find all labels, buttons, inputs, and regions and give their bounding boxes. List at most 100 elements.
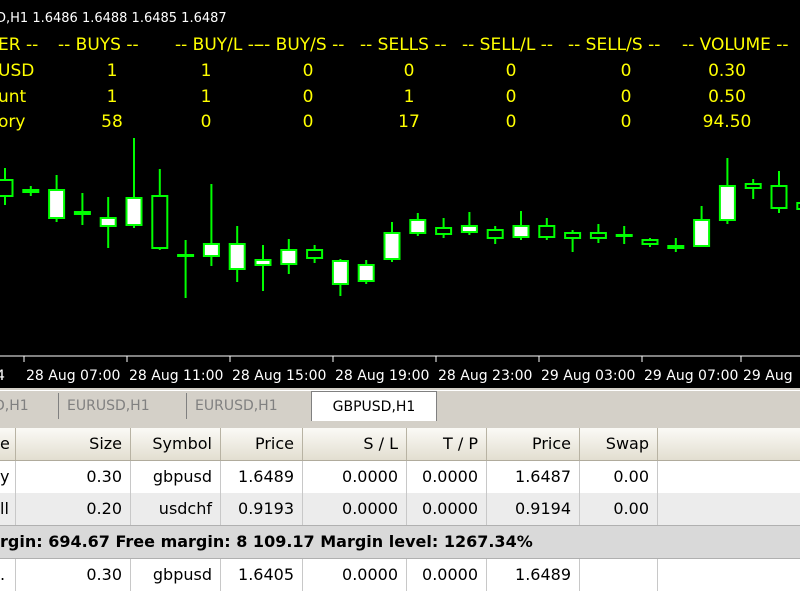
cell-size: 0.20	[16, 493, 131, 525]
candle-body	[228, 243, 246, 270]
candle-body	[125, 197, 143, 226]
cell-current-price: 1.6489	[487, 559, 580, 591]
cell-type: ll	[0, 493, 16, 525]
stats-value: 1	[404, 87, 415, 107]
candle-body	[615, 234, 633, 237]
stats-header-1: -- BUYS --	[58, 35, 139, 55]
cell-size: 0.30	[16, 559, 131, 591]
time-axis-label: 28 Aug 07:00	[26, 368, 120, 384]
candle-body	[280, 249, 298, 265]
candle-body	[641, 239, 659, 245]
time-axis-label: 29 Aug	[743, 368, 793, 384]
account-summary-text: rgin: 694.67 Free margin: 8 109.17 Margi…	[0, 532, 533, 551]
stats-panel-headers: ER -- -- BUYS -- -- BUY/L ---- BUY/S -- -- …	[0, 35, 789, 55]
candle-body	[383, 232, 401, 260]
candle-body	[151, 195, 169, 249]
stats-header-6: -- SELL/S --	[568, 35, 660, 55]
stats-header-3: -- BUY/S --	[258, 35, 344, 55]
col-header-sl[interactable]: S / L	[303, 428, 407, 460]
cell-price: 0.9193	[221, 493, 303, 525]
stats-value: 58	[101, 112, 123, 132]
col-header-filler	[658, 428, 800, 460]
stats-header-5: -- SELL/L --	[462, 35, 553, 55]
candle-body	[99, 217, 117, 227]
cell-symbol: usdchf	[131, 493, 221, 525]
candle-body	[0, 179, 14, 197]
account-summary-row: rgin: 694.67 Free margin: 8 109.17 Margi…	[0, 525, 800, 559]
stats-value: 0	[621, 112, 632, 132]
candle-body	[73, 211, 91, 215]
col-header-tp[interactable]: T / P	[407, 428, 487, 460]
stats-header-0: ER --	[0, 35, 38, 55]
col-header-price[interactable]: Price	[221, 428, 303, 460]
candlestick-series	[0, 138, 800, 298]
col-header-type[interactable]: e	[0, 428, 16, 460]
time-axis-label: 28 Aug 15:00	[232, 368, 326, 384]
table-row[interactable]: ll 0.20 usdchf 0.9193 0.0000 0.0000 0.91…	[0, 493, 800, 525]
candle-body	[770, 185, 788, 209]
stats-value: 94.50	[703, 112, 752, 132]
col-header-size[interactable]: Size	[16, 428, 131, 460]
stats-row-label: ory	[0, 112, 25, 132]
candle-body	[331, 260, 349, 285]
stats-value: 0	[506, 87, 517, 107]
price-chart[interactable]: D,H1 1.6486 1.6488 1.6485 1.6487 ER -- --…	[0, 0, 800, 388]
stats-header-7: -- VOLUME --	[682, 35, 789, 55]
stats-value: 1	[201, 87, 212, 107]
table-row[interactable]: y 0.30 gbpusd 1.6489 0.0000 0.0000 1.648…	[0, 461, 800, 493]
cell-sl: 0.0000	[303, 461, 407, 493]
candle-body	[589, 232, 607, 239]
table-header-row: e Size Symbol Price S / L T / P Price Sw…	[0, 428, 800, 461]
table-row[interactable]: . 0.30 gbpusd 1.6405 0.0000 0.0000 1.648…	[0, 559, 800, 591]
stats-value: 0	[506, 112, 517, 132]
time-axis-label: 4	[0, 368, 5, 384]
chart-canvas[interactable]: D,H1 1.6486 1.6488 1.6485 1.6487 ER -- --…	[0, 0, 800, 388]
stats-value: 1	[107, 87, 118, 107]
tab-chart-1[interactable]: D,H1	[0, 393, 56, 419]
cell-symbol: gbpusd	[131, 461, 221, 493]
candle-body	[177, 254, 195, 257]
stats-value: 0	[303, 87, 314, 107]
candle-body	[254, 259, 272, 266]
time-axis-label: 29 Aug 03:00	[541, 368, 635, 384]
candle-body	[435, 227, 453, 235]
col-header-swap[interactable]: Swap	[580, 428, 658, 460]
stats-value: 0.30	[708, 61, 746, 81]
cell-type: y	[0, 461, 16, 493]
tab-chart-2[interactable]: EURUSD,H1	[58, 393, 176, 419]
stats-value: 0	[621, 61, 632, 81]
chart-tab-bar: D,H1 EURUSD,H1 EURUSD,H1 GBPUSD,H1	[0, 390, 800, 421]
candle-body	[486, 229, 504, 239]
time-axis-label: 28 Aug 19:00	[335, 368, 429, 384]
stats-value: 0	[303, 61, 314, 81]
time-axis-label: 29 Aug 07:00	[644, 368, 738, 384]
cell-swap: 0.00	[580, 493, 658, 525]
tab-chart-4-active[interactable]: GBPUSD,H1	[311, 391, 437, 421]
candle-body	[409, 219, 427, 234]
candle-body	[667, 245, 685, 249]
stats-row-label: unt	[0, 87, 27, 107]
stats-row-label: USD	[0, 61, 34, 81]
col-header-symbol[interactable]: Symbol	[131, 428, 221, 460]
chart-info-line: D,H1 1.6486 1.6488 1.6485 1.6487	[0, 11, 227, 26]
candle-body	[48, 189, 66, 219]
cell-swap	[580, 559, 658, 591]
time-axis-label: 28 Aug 23:00	[438, 368, 532, 384]
cell-symbol: gbpusd	[131, 559, 221, 591]
cell-type: .	[0, 559, 16, 591]
cell-sl: 0.0000	[303, 493, 407, 525]
candle-body	[744, 183, 762, 189]
col-header-current-price[interactable]: Price	[487, 428, 580, 460]
candle-body	[693, 219, 711, 247]
stats-value: 0	[621, 87, 632, 107]
tab-chart-3[interactable]: EURUSD,H1	[186, 393, 304, 419]
cell-price: 1.6489	[221, 461, 303, 493]
candle-body	[718, 185, 736, 221]
stats-value: 17	[398, 112, 420, 132]
candle-body	[460, 225, 478, 233]
stats-header-2: -- BUY/L --	[175, 35, 260, 55]
candle-body	[538, 225, 556, 238]
candle-body	[306, 249, 324, 259]
stats-value: 1	[107, 61, 118, 81]
time-axis-label: 28 Aug 11:00	[129, 368, 223, 384]
